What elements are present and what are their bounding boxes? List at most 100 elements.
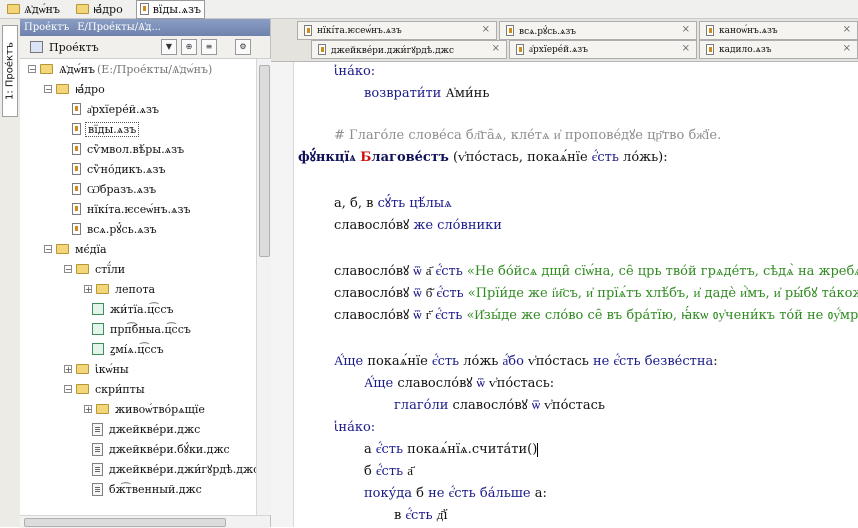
close-icon[interactable]: × xyxy=(482,24,490,35)
editor-tab-bar: нїкі́та.ѥсеѡ́нъ.ѧзъ × всѧ.рꙋ́сь.ѧзъ × каноѡ́… xyxy=(271,19,858,62)
folder-icon xyxy=(76,384,89,394)
file-icon xyxy=(506,25,514,36)
folder-icon xyxy=(40,64,53,74)
editor-tab[interactable]: кадило.ѧзъ × xyxy=(699,40,858,59)
code-token: ѿ xyxy=(413,286,422,301)
breadcrumb-item[interactable]: Ѧ҆дѡ́нъ xyxy=(4,1,63,18)
breadcrumb-item[interactable]: вїды.ѧзъ xyxy=(135,0,205,19)
file-icon xyxy=(72,103,81,115)
code-token: а҃ xyxy=(407,464,414,479)
code-line: славосло́вꙋ ѿ г҃ є҆́сть «И҆зы́де же сло́… xyxy=(334,306,858,326)
project-tool-tab-label: 1: Прое́ктъ xyxy=(4,42,16,100)
close-icon[interactable]: × xyxy=(492,43,500,54)
code-token: славосло́вꙋ xyxy=(334,218,414,233)
tree-file-node[interactable]: а҆рхїере́й.ѧзъ xyxy=(72,99,161,119)
code-token: покаѧ́нїе xyxy=(367,354,432,369)
editor-tab-label: кадило.ѧзъ xyxy=(719,45,772,55)
breadcrumb-item[interactable]: ꙗ҆́дро xyxy=(73,1,126,18)
dropdown-arrow-icon[interactable]: ▼ xyxy=(161,39,177,55)
tree-node-label: всѧ.рꙋ́сь.ѧзъ xyxy=(87,222,157,236)
tree-folder-node[interactable]: − мє́дїа xyxy=(44,239,109,259)
editor-tab[interactable]: каноѡ́нъ.ѧзъ × xyxy=(699,21,858,40)
tree-horizontal-scrollbar[interactable] xyxy=(20,515,270,528)
tree-file-node[interactable]: ꙁмі́ѧ.ц͡ссъ xyxy=(92,339,166,359)
code-token: славосло́вꙋ xyxy=(397,376,477,391)
expand-icon[interactable]: + xyxy=(84,405,92,414)
tree-node-label: джейкве́ри.бꙋ́ки.джс xyxy=(109,442,230,456)
collapse-icon[interactable]: − xyxy=(44,85,52,94)
code-token: же сло́вники xyxy=(413,218,502,233)
folder-icon xyxy=(56,84,69,94)
close-icon[interactable]: × xyxy=(682,43,690,54)
collapse-icon[interactable]: − xyxy=(64,385,72,394)
code-token: глаго́ли xyxy=(394,398,453,413)
project-view-selector[interactable]: Прое́ктъ xyxy=(49,41,157,54)
tree-node-label: ꙗ҆́дро xyxy=(75,82,105,96)
collapse-icon[interactable]: − xyxy=(64,265,72,274)
tree-folder-node[interactable]: + живоѡ́тво́рѧщїе xyxy=(84,399,207,419)
tree-file-node[interactable]: бж͡твенный.джс xyxy=(92,479,204,499)
code-token: є҆́сть xyxy=(405,508,437,523)
tree-folder-node[interactable]: − стї́ли xyxy=(64,259,127,279)
collapse-icon[interactable]: − xyxy=(44,245,52,254)
tree-file-node[interactable]: сѷмвол.вѣ́ры.ѧзъ xyxy=(72,139,186,159)
tree-node-label: лепота xyxy=(115,282,156,296)
tree-file-node[interactable]: всѧ.рꙋ́сь.ѧзъ xyxy=(72,219,159,239)
code-token: «Прїи́де же і҆и҃съ, и҆ прїѧ́тъ хлѣ́бъ, и… xyxy=(467,286,858,301)
file-icon xyxy=(72,163,81,175)
tree-folder-node[interactable]: − скри́пты xyxy=(64,379,147,399)
close-icon[interactable]: × xyxy=(843,43,851,54)
close-icon[interactable]: × xyxy=(843,24,851,35)
code-token: є҆́сть xyxy=(432,354,464,369)
tree-vertical-scrollbar[interactable] xyxy=(256,59,271,515)
project-tool-tab[interactable]: 1: Прое́ктъ xyxy=(2,25,18,117)
close-icon[interactable]: × xyxy=(682,24,690,35)
tree-file-node[interactable]: джейкве́ри.джи́гꙋрдѣ.джс xyxy=(92,459,256,479)
code-token: покаѧ́нїѧ.счита́ти() xyxy=(407,442,538,457)
tree-folder-node[interactable]: + ꙇ҆кѡ́ны xyxy=(64,359,131,379)
editor-tab[interactable]: а҆рхїере́й.ѧзъ × xyxy=(509,40,697,59)
tree-horizontal-scroll-thumb[interactable] xyxy=(24,518,226,527)
collapse-all-icon[interactable]: ≡ xyxy=(201,39,217,55)
tree-folder-node[interactable]: + лепота xyxy=(84,279,157,299)
code-token: (ѵ҆по́стась, покаѧ́нїе xyxy=(448,150,592,165)
breadcrumb-item-label: вїды.ѧзъ xyxy=(152,2,201,16)
tree-file-node[interactable]: Ѡ҆бразъ.ѧзъ xyxy=(72,179,158,199)
file-icon xyxy=(706,44,714,55)
scroll-from-source-icon[interactable]: ⊕ xyxy=(181,39,197,55)
tree-node-label: джейкве́ри.джс xyxy=(109,422,201,436)
breadcrumb-item-label: ꙗ҆́дро xyxy=(93,2,123,16)
code-token: а҃ xyxy=(421,264,436,279)
tree-file-node[interactable]: жи́тїа.ц͡ссъ xyxy=(92,299,176,319)
code-token: не є҆́сть безве́стна xyxy=(592,354,714,369)
file-icon xyxy=(72,143,81,155)
tree-file-node[interactable]: джейкве́ри.бꙋ́ки.джс xyxy=(92,439,232,459)
tree-file-node[interactable]: джейкве́ри.джс xyxy=(92,419,202,439)
code-token: є҆́сть xyxy=(375,464,408,479)
tree-file-node[interactable]: сѷно́дикъ.ѧзъ xyxy=(72,159,168,179)
tree-file-node[interactable]: прп͡бныа.ц͡ссъ xyxy=(92,319,193,339)
tree-vertical-scroll-thumb[interactable] xyxy=(259,65,270,257)
code-line: славосло́вꙋ ѿ а҃ є҆́сть «Не бо́йсѧ дщи̑ … xyxy=(334,262,858,282)
editor-tab[interactable]: джейкве́ри.джи́гꙋрдѣ.джс × xyxy=(311,40,507,59)
project-toolbar: Прое́ктъ ▼ ⊕ ≡ ⚙ xyxy=(20,36,270,59)
file-icon xyxy=(72,123,81,135)
collapse-icon[interactable]: − xyxy=(28,65,36,74)
tree-folder-node[interactable]: − ꙗ҆́дро xyxy=(44,79,107,99)
gear-icon[interactable]: ⚙ xyxy=(235,39,251,55)
tree-file-node[interactable]: вїды.ѧзъ xyxy=(72,119,140,139)
code-line: А҆́ще славосло́вꙋ ѿ ѵ҆по́стась: xyxy=(364,374,554,394)
editor-tab[interactable]: нїкі́та.ѥсеѡ́нъ.ѧзъ × xyxy=(297,21,497,40)
tree-folder-node[interactable]: − Ѧ҆дѡ́нъ (Е:/Прое́кты/Ѧ҆дѡ́нъ) xyxy=(28,59,212,79)
code-line: ꙇ҆на́ко: xyxy=(334,418,375,438)
project-panel-title: Прое́ктъ xyxy=(24,22,70,33)
tree-file-node[interactable]: нїкі́та.ѥсеѡ́нъ.ѧзъ xyxy=(72,199,193,219)
expand-icon[interactable]: + xyxy=(84,285,92,294)
editor-gutter xyxy=(271,62,294,527)
folder-icon xyxy=(56,244,69,254)
code-area[interactable]: ꙇ҆на́ко: возврати́ти А҆ми́нь # Глаго́ле сл… xyxy=(294,62,858,527)
editor-tab[interactable]: всѧ.рꙋ́сь.ѧзъ × xyxy=(499,21,697,40)
expand-icon[interactable]: + xyxy=(64,365,72,374)
code-token: є҆́сть xyxy=(435,264,467,279)
folder-icon xyxy=(7,4,20,14)
